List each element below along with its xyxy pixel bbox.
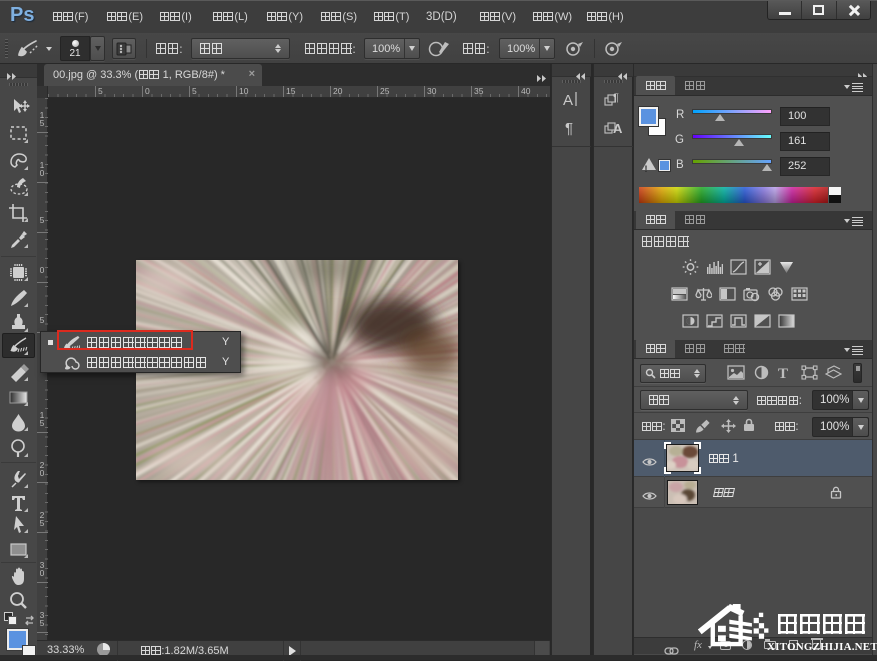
- svg-text:A: A: [563, 92, 573, 109]
- svg-text:¶: ¶: [613, 92, 619, 104]
- svg-text:¶: ¶: [565, 120, 573, 137]
- svg-text:T: T: [778, 366, 788, 380]
- svg-text:A: A: [613, 121, 623, 136]
